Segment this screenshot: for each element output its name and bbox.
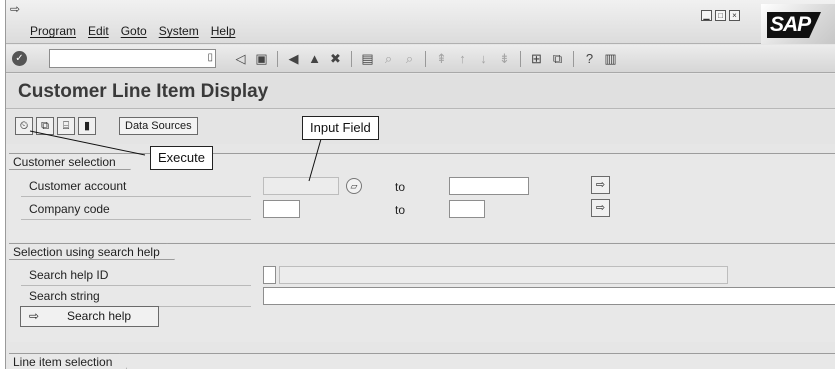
group-title: Customer selection xyxy=(9,153,131,170)
group-title: Line item selection xyxy=(9,353,127,369)
get-variant-icon[interactable]: ⧉ xyxy=(36,117,54,135)
separator xyxy=(573,50,574,67)
menu-bar: ⇨ Program Edit Goto System Help ▁ □ × SA… xyxy=(6,0,835,44)
sap-logo: SAP xyxy=(761,4,835,44)
create-session-icon[interactable]: ⊞ xyxy=(528,50,545,67)
search-help-description-field xyxy=(279,266,728,284)
last-page-icon[interactable]: ⇟ xyxy=(496,50,513,67)
menu-system[interactable]: System xyxy=(159,24,199,38)
application-toolbar: ⏲ ⧉ ⌸ ▮ Data Sources xyxy=(6,110,835,144)
customer-account-label: Customer account xyxy=(29,179,127,193)
back-icon[interactable]: ◀ xyxy=(285,50,302,67)
to-label: to xyxy=(395,203,406,217)
multiple-selection-icon[interactable]: ⇨ xyxy=(591,199,610,217)
search-help-group: Selection using search help Search help … xyxy=(9,243,835,342)
system-menu-icon[interactable]: ⇨ xyxy=(10,2,24,16)
search-help-id-row: Search help ID xyxy=(21,265,835,286)
company-code-label: Company code xyxy=(29,202,110,216)
menu-goto[interactable]: Goto xyxy=(121,24,147,38)
match-code-icon[interactable]: ▱ xyxy=(346,178,362,194)
company-code-to-field[interactable] xyxy=(449,200,485,218)
search-string-input[interactable] xyxy=(264,288,835,304)
execute-callout: Execute xyxy=(150,146,213,170)
find-next-icon[interactable]: ⌕ xyxy=(401,50,418,67)
customer-account-from-input[interactable] xyxy=(264,178,338,194)
to-label: to xyxy=(395,180,406,194)
search-help-description xyxy=(280,267,727,283)
previous-page-icon[interactable]: ↑ xyxy=(454,50,471,67)
command-history-icon[interactable]: ▯ xyxy=(207,52,213,63)
menu-list: Program Edit Goto System Help xyxy=(30,24,235,38)
group-title: Selection using search help xyxy=(9,243,175,260)
cancel-icon[interactable]: ✖ xyxy=(327,50,344,67)
separator xyxy=(520,50,521,67)
sap-logo-mark: SAP xyxy=(767,12,821,38)
multiple-selection-icon[interactable]: ⇨ xyxy=(591,176,610,194)
company-code-to-input[interactable] xyxy=(450,201,484,217)
application-buttons: ⏲ ⧉ ⌸ ▮ xyxy=(15,117,96,135)
input-field-callout: Input Field xyxy=(302,116,379,140)
print-icon[interactable]: ▤ xyxy=(359,50,376,67)
customer-account-row: Customer account ▱ to ⇨ xyxy=(21,176,835,197)
search-string-label: Search string xyxy=(29,289,100,303)
first-page-icon[interactable]: ⇞ xyxy=(433,50,450,67)
standard-toolbar: ✓ ▯ ◁ ▣ ◀ ▲ ✖ ▤ ⌕ ⌕ ⇞ ↑ ↓ ⇟ ⊞ ⧉ ? ▥ xyxy=(6,45,835,73)
search-string-row: Search string xyxy=(21,286,835,307)
company-code-from-field[interactable] xyxy=(263,200,300,218)
company-code-row: Company code to ⇨ xyxy=(21,199,835,220)
search-help-id-field[interactable] xyxy=(263,266,276,284)
menu-help[interactable]: Help xyxy=(211,24,236,38)
close-icon[interactable]: × xyxy=(729,10,740,21)
search-help-id-input[interactable] xyxy=(264,267,275,283)
find-icon[interactable]: ⌕ xyxy=(380,50,397,67)
separator xyxy=(425,50,426,67)
standard-icons: ◁ ▣ ◀ ▲ ✖ ▤ ⌕ ⌕ ⇞ ↑ ↓ ⇟ ⊞ ⧉ ? ▥ xyxy=(232,50,619,67)
minimize-icon[interactable]: ▁ xyxy=(701,10,712,21)
customer-account-from-field[interactable] xyxy=(263,177,339,195)
separator xyxy=(351,50,352,67)
company-code-from-input[interactable] xyxy=(264,201,299,217)
search-help-button-label: Search help xyxy=(67,309,132,323)
window-controls: ▁ □ × xyxy=(701,10,740,21)
dynamic-selections-icon[interactable]: ⌸ xyxy=(57,117,75,135)
sap-window: ⇨ Program Edit Goto System Help ▁ □ × SA… xyxy=(5,0,835,369)
menu-program[interactable]: Program xyxy=(30,24,76,38)
save-icon[interactable]: ▣ xyxy=(253,50,270,67)
page-title: Customer Line Item Display xyxy=(18,81,269,102)
command-input[interactable] xyxy=(50,50,200,67)
row-underline xyxy=(21,196,251,197)
arrow-right-icon: ⇨ xyxy=(29,309,40,323)
next-page-icon[interactable]: ↓ xyxy=(475,50,492,67)
search-help-id-label: Search help ID xyxy=(29,268,109,282)
help-icon[interactable]: ? xyxy=(581,50,598,67)
exit-icon[interactable]: ▲ xyxy=(306,50,323,67)
row-underline xyxy=(21,219,251,220)
shortcut-icon[interactable]: ⧉ xyxy=(549,50,566,67)
search-help-button[interactable]: ⇨ Search help xyxy=(20,306,159,327)
separator xyxy=(277,50,278,67)
command-field[interactable]: ▯ xyxy=(49,49,216,68)
title-bar: Customer Line Item Display xyxy=(6,74,835,109)
customer-account-to-field[interactable] xyxy=(449,177,529,195)
line-item-selection-group: Line item selection xyxy=(9,353,835,369)
menu-edit[interactable]: Edit xyxy=(88,24,109,38)
data-sources-button[interactable]: Data Sources xyxy=(119,117,198,135)
enter-icon[interactable]: ✓ xyxy=(12,51,27,66)
customer-selection-group: Customer selection Customer account ▱ to… xyxy=(9,153,835,242)
execute-icon[interactable]: ⏲ xyxy=(15,117,33,135)
layout-menu-icon[interactable]: ▥ xyxy=(602,50,619,67)
collapse-icon[interactable]: ◁ xyxy=(232,50,249,67)
customer-account-to-input[interactable] xyxy=(450,178,528,194)
maximize-icon[interactable]: □ xyxy=(715,10,726,21)
info-icon[interactable]: ▮ xyxy=(78,117,96,135)
search-string-field[interactable] xyxy=(263,287,835,305)
